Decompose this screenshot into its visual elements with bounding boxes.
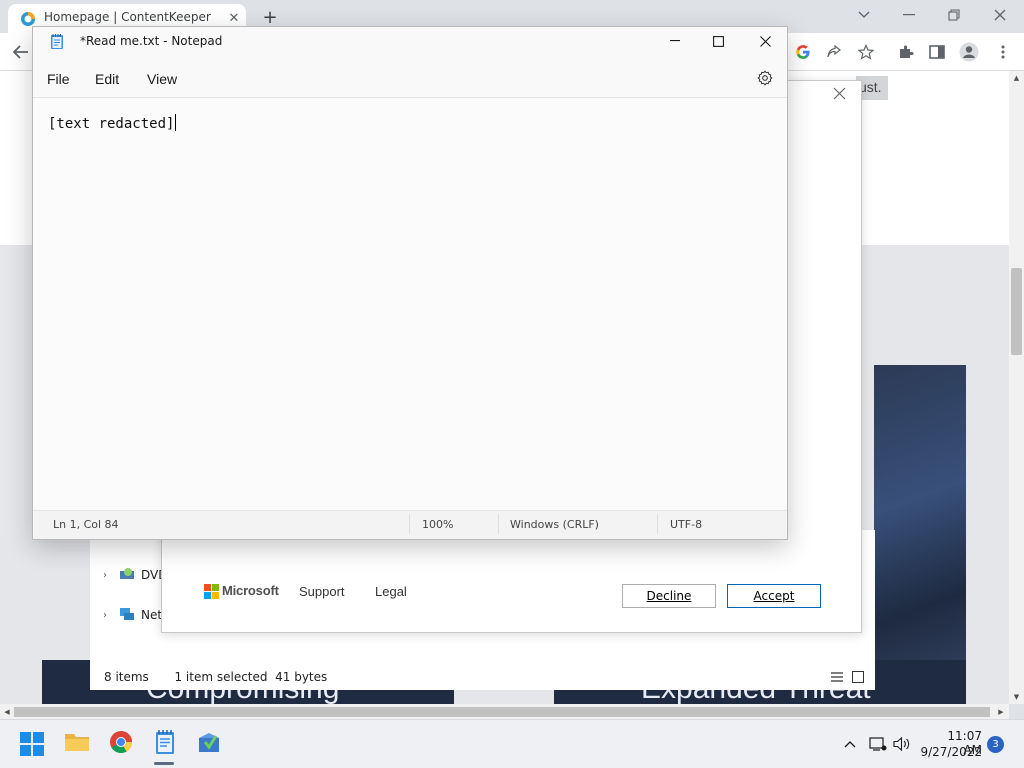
active-app-indicator [154, 762, 174, 765]
notepad-maximize-icon[interactable] [705, 30, 731, 52]
decline-button[interactable]: Decline [622, 584, 716, 608]
legal-link[interactable]: Legal [375, 584, 407, 599]
tree-expand-chevron-icon[interactable]: › [100, 568, 110, 582]
notepad-app-icon [50, 33, 64, 50]
browser-tab-title: Homepage | ContentKeeper [44, 10, 211, 24]
notepad-content[interactable]: [text redacted] [48, 114, 177, 132]
chrome-icon[interactable] [107, 728, 135, 756]
status-divider [409, 514, 410, 534]
explorer-item-count: 8 items [104, 670, 149, 684]
notepad-icon[interactable] [151, 728, 179, 756]
details-view-icon[interactable] [830, 670, 844, 684]
notepad-title: *Read me.txt - Notepad [80, 34, 223, 48]
browser-tab-search-icon[interactable] [850, 4, 878, 26]
settings-gear-icon[interactable] [756, 69, 774, 87]
dialog-close-icon[interactable] [830, 84, 848, 102]
browser-menu-icon[interactable] [992, 42, 1014, 62]
contentkeeper-favicon-icon [20, 11, 36, 27]
scroll-left-arrow-icon[interactable]: ◀ [0, 704, 14, 719]
status-divider [498, 514, 499, 534]
browser-restore-icon[interactable] [940, 4, 968, 26]
vertical-scrollbar-thumb[interactable] [1011, 268, 1022, 355]
scroll-down-arrow-icon[interactable]: ▼ [1009, 690, 1024, 704]
explorer-selection-info: 1 item selected 41 bytes [174, 670, 328, 684]
line-ending[interactable]: Windows (CRLF) [510, 518, 599, 531]
large-icons-view-icon[interactable] [851, 670, 865, 684]
start-icon[interactable] [19, 731, 45, 757]
zoom-level[interactable]: 100% [422, 518, 453, 531]
network-status-icon[interactable] [869, 735, 887, 753]
show-hidden-icons-chevron-icon[interactable] [841, 735, 859, 753]
support-link[interactable]: Support [299, 584, 345, 599]
browser-close-icon[interactable] [986, 4, 1014, 26]
scroll-up-arrow-icon[interactable]: ▲ [1009, 71, 1024, 85]
menu-file[interactable]: File [47, 71, 70, 87]
notepad-text-area[interactable] [33, 97, 787, 506]
explorer-status-bar: 8 items 1 item selected 41 bytes [104, 670, 327, 684]
taskbar-clock-date[interactable]: 9/27/2022 [918, 745, 982, 759]
notification-count-badge[interactable]: 3 [987, 736, 1004, 753]
menu-view[interactable]: View [147, 71, 177, 87]
notepad-minimize-icon[interactable] [662, 30, 688, 52]
cursor-position: Ln 1, Col 84 [53, 518, 119, 531]
google-icon[interactable] [792, 42, 814, 62]
microsoft-logo-icon [204, 584, 219, 599]
extensions-puzzle-icon[interactable] [895, 42, 917, 62]
share-icon[interactable] [823, 42, 845, 62]
tab-close-icon[interactable]: ✕ [226, 10, 242, 26]
vertical-scrollbar[interactable] [1009, 71, 1024, 704]
notepad-content-text: [text redacted] [48, 116, 175, 132]
menu-edit[interactable]: Edit [95, 71, 119, 87]
status-divider [657, 514, 658, 534]
profile-avatar-icon[interactable] [958, 42, 980, 62]
installer-icon[interactable] [195, 728, 223, 756]
dvd-drive-icon [119, 566, 135, 582]
horizontal-scrollbar-thumb[interactable] [14, 707, 990, 717]
side-panel-icon[interactable] [926, 42, 948, 62]
text-caret [175, 114, 177, 131]
encoding[interactable]: UTF-8 [670, 518, 702, 531]
new-tab-button[interactable]: + [258, 6, 282, 28]
tree-expand-chevron-icon[interactable]: › [100, 608, 110, 622]
browser-minimize-icon[interactable] [895, 4, 923, 26]
scroll-right-arrow-icon[interactable]: ▶ [994, 704, 1008, 719]
microsoft-brand-text: Microsoft [222, 583, 279, 598]
volume-icon[interactable] [893, 735, 911, 753]
hero-image [874, 365, 966, 704]
bookmark-star-icon[interactable] [855, 42, 877, 62]
accept-button[interactable]: Accept [727, 584, 821, 608]
network-icon [119, 606, 135, 622]
file-explorer-icon[interactable] [63, 728, 91, 756]
notepad-close-icon[interactable] [752, 30, 778, 52]
back-arrow-icon[interactable] [10, 42, 32, 62]
